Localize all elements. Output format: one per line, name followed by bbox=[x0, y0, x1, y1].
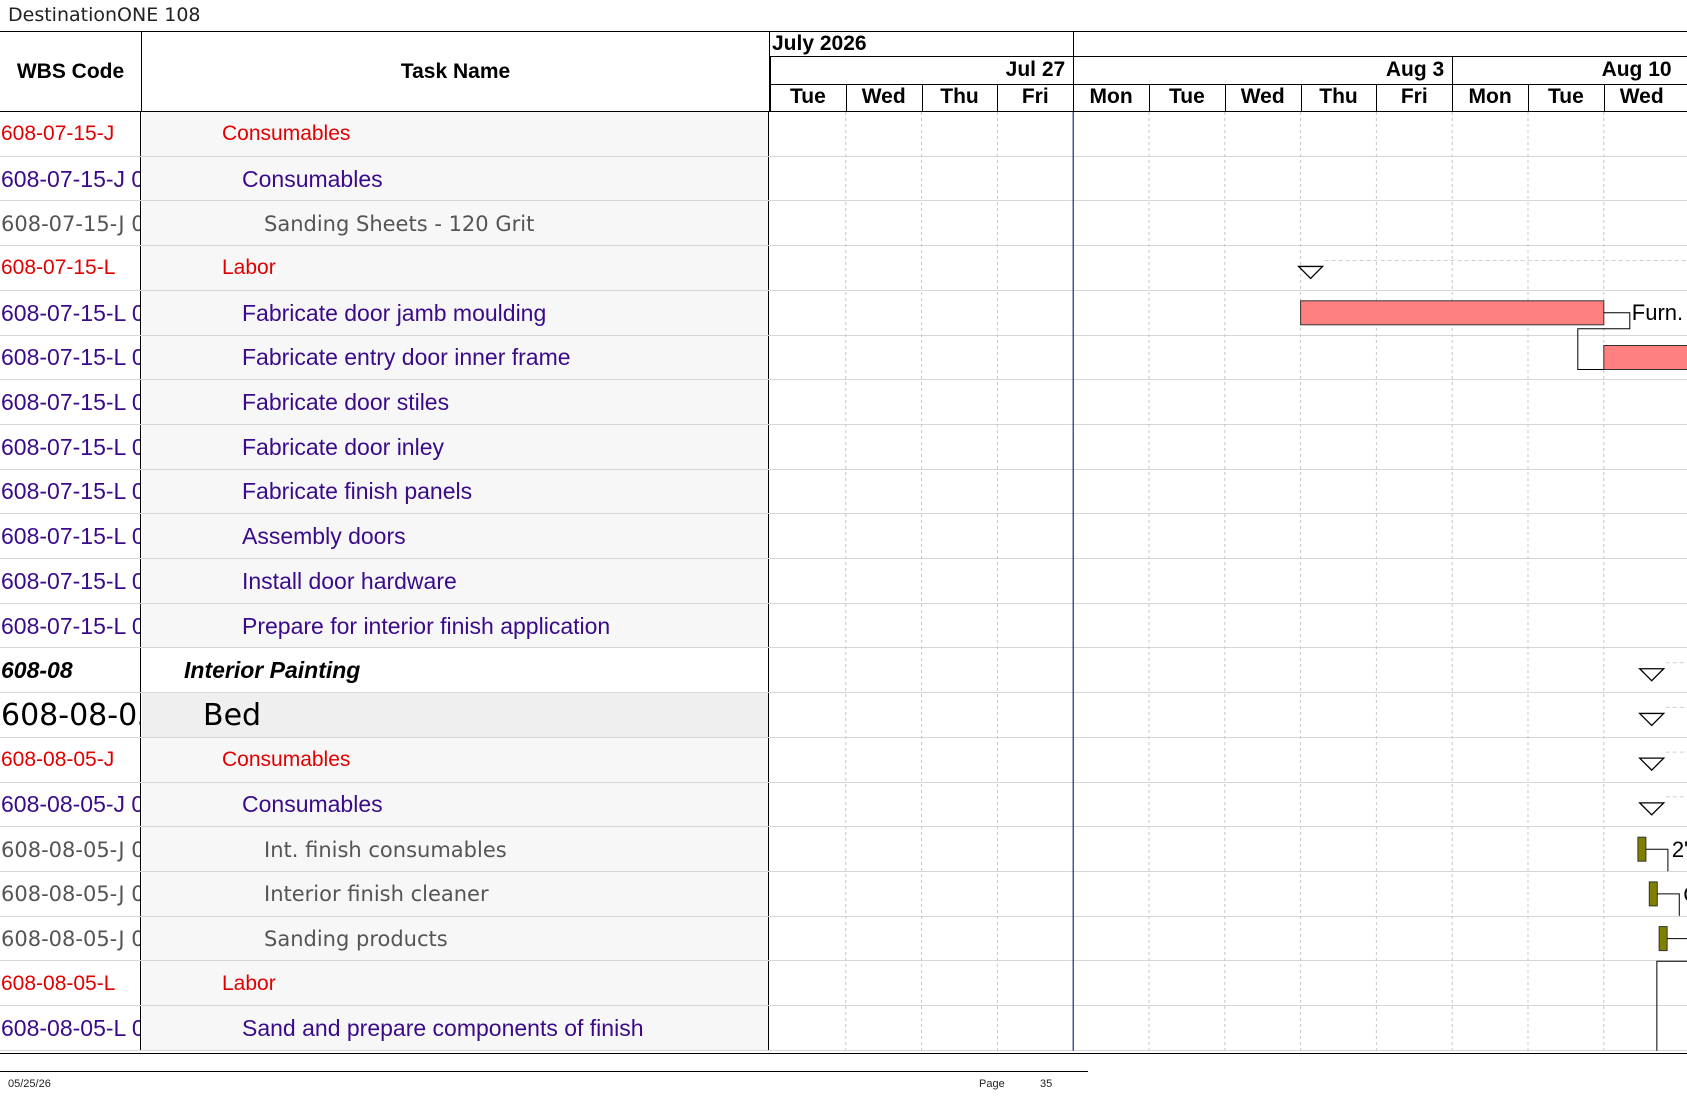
task-marker-label: 2" bbox=[1672, 837, 1687, 862]
task-marker bbox=[1658, 926, 1668, 952]
marker-connector bbox=[1657, 893, 1680, 916]
marker-connector bbox=[1667, 938, 1687, 940]
footer-date: 05/25/26 bbox=[8, 1078, 51, 1090]
summary-triangle-icon bbox=[1638, 802, 1666, 816]
footer-divider bbox=[0, 1071, 1088, 1072]
labor-summary-bracket bbox=[1656, 960, 1687, 1051]
footer-page-label: Page bbox=[979, 1078, 1005, 1090]
task-bar bbox=[1300, 300, 1605, 326]
marker-connector bbox=[1645, 848, 1669, 872]
gantt-chart: Furn. 2" C bbox=[845, 112, 1687, 1051]
task-marker bbox=[1648, 881, 1658, 907]
document-title: DestinationONE 108 bbox=[8, 4, 201, 26]
gantt-frame: WBS Code Task Name July 2026 Jul 27 Aug 3A… bbox=[0, 31, 1687, 1054]
task-bar-label: Furn. bbox=[1632, 300, 1683, 325]
summary-triangle-icon bbox=[1297, 265, 1325, 280]
task-bar bbox=[1603, 345, 1687, 370]
summary-triangle-icon bbox=[1638, 757, 1666, 772]
footer-page-number: 35 bbox=[1040, 1078, 1053, 1090]
summary-triangle-icon bbox=[1638, 712, 1666, 727]
summary-triangle-icon bbox=[1638, 668, 1666, 682]
task-marker bbox=[1637, 836, 1647, 862]
task-marker-label: C bbox=[1683, 882, 1687, 907]
